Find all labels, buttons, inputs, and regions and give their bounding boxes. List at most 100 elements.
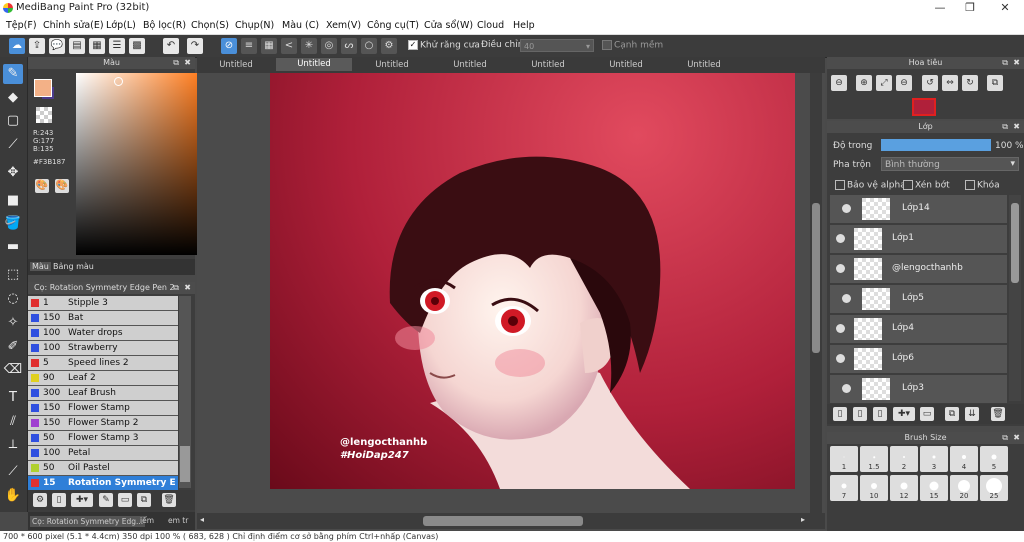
tab-brush[interactable]: Cọ: Rotation Symmetry Edg... <box>30 516 146 527</box>
document-tab[interactable]: Untitled <box>354 60 430 70</box>
document-tab[interactable]: Untitled <box>276 58 352 71</box>
close-button[interactable]: ✕ <box>990 1 1020 14</box>
primary-color-swatch[interactable] <box>34 79 52 97</box>
scroll-right-icon[interactable]: ▸ <box>801 515 805 524</box>
select-eraser-tool-icon[interactable]: ⌫ <box>3 360 23 380</box>
visibility-eye-icon[interactable] <box>836 324 845 333</box>
popout-icon[interactable]: ⧉ <box>173 57 179 69</box>
menu-tools[interactable]: Công cụ(T) <box>367 20 419 31</box>
duplicate-layer-icon[interactable]: ⧉ <box>945 407 959 421</box>
close-panel-icon[interactable]: ✖ <box>184 57 191 69</box>
opacity-slider[interactable] <box>881 139 991 151</box>
maximize-button[interactable]: ❐ <box>955 1 985 14</box>
artwork-canvas[interactable]: @lengocthanhb #HoiDap247 <box>270 73 795 489</box>
grid-icon[interactable]: ▩ <box>129 38 145 54</box>
zoom-in-icon[interactable]: ⊕ <box>856 75 872 91</box>
rotate-right-icon[interactable]: ↻ <box>962 75 978 91</box>
close-panel-icon[interactable]: ✖ <box>1013 121 1020 133</box>
canvas-vertical-scrollbar[interactable] <box>810 73 822 513</box>
menu-edit[interactable]: Chỉnh sửa(E) <box>43 20 104 31</box>
brush-item[interactable]: 150 Flower Stamp 2 <box>28 416 178 431</box>
brush-size-option[interactable]: 10 <box>860 475 888 501</box>
divide-tool-icon[interactable]: ⫽ <box>3 412 23 432</box>
menu-view[interactable]: Xem(V) <box>326 20 361 31</box>
clipping-checkbox[interactable] <box>903 180 913 190</box>
clipping-option[interactable]: Xén bớt <box>903 180 950 191</box>
document-tab[interactable]: Untitled <box>666 60 742 70</box>
concentric-snap-icon[interactable]: ◎ <box>321 38 337 54</box>
scrollbar-thumb[interactable] <box>1011 203 1019 283</box>
popout-icon[interactable]: ⧉ <box>1002 121 1008 133</box>
radial-snap-icon[interactable]: ✳ <box>301 38 317 54</box>
brush-size-option[interactable]: 15 <box>920 475 948 501</box>
brush-folder-icon[interactable]: ▭ <box>118 493 132 507</box>
new-halftone-layer-icon[interactable]: ▯ <box>853 407 867 421</box>
edge-option[interactable]: Cạnh mềm <box>602 40 663 51</box>
brush-delete-icon[interactable]: 🗑 <box>162 493 176 507</box>
visibility-eye-icon[interactable] <box>836 264 845 273</box>
brush-item[interactable]: 50 Oil Pastel <box>28 461 178 476</box>
move-tool-icon[interactable]: ✥ <box>3 163 23 183</box>
flip-icon[interactable]: ⇔ <box>942 75 958 91</box>
popout-icon[interactable]: ⧉ <box>1002 432 1008 444</box>
visibility-eye-icon[interactable] <box>842 384 851 393</box>
fill-rect-tool-icon[interactable]: ■ <box>3 191 23 211</box>
protect-alpha-option[interactable]: Bảo vệ alpha <box>835 180 906 191</box>
close-panel-icon[interactable]: ✖ <box>184 282 191 294</box>
select-tool-icon[interactable]: ⬚ <box>3 265 23 285</box>
eraser-tool-icon[interactable]: ◆ <box>3 88 23 108</box>
brush-size-option[interactable]: 5 <box>980 446 1008 472</box>
brush-size-option[interactable]: 2 <box>890 446 918 472</box>
settings-icon[interactable]: ⚙ <box>381 38 397 54</box>
brush-item[interactable]: 1 Stipple 3 <box>28 296 178 311</box>
brush-item[interactable]: 90 Leaf 2 <box>28 371 178 386</box>
saturation-value-picker[interactable] <box>76 73 202 255</box>
protect-alpha-checkbox[interactable] <box>835 180 845 190</box>
gradient-tool-icon[interactable]: ▬ <box>3 237 23 257</box>
zoom-out-icon[interactable]: ⊖ <box>831 75 847 91</box>
menu-window[interactable]: Cửa sổ(W) <box>424 20 473 31</box>
document-tab[interactable]: Untitled <box>588 60 664 70</box>
scrollbar-thumb[interactable] <box>423 516 583 526</box>
lasso-tool-icon[interactable]: ◌ <box>3 289 23 309</box>
document-tab[interactable]: Untitled <box>510 60 586 70</box>
visibility-eye-icon[interactable] <box>842 294 851 303</box>
blend-mode-select[interactable]: Bình thường ▾ <box>881 157 1019 171</box>
navigator-thumbnail[interactable] <box>912 98 936 116</box>
brush-tool-icon[interactable]: ✎ <box>3 64 23 84</box>
snap-off-icon[interactable]: ⊘ <box>221 38 237 54</box>
edge-checkbox[interactable] <box>602 40 612 50</box>
layer-folder-icon[interactable]: ▭ <box>920 407 934 421</box>
tab-color[interactable]: Màu <box>30 262 51 271</box>
cloud-icon[interactable]: ☁ <box>9 38 25 54</box>
brush-size-option[interactable]: 4 <box>950 446 978 472</box>
new-brush-icon[interactable]: ▯ <box>52 493 66 507</box>
menu-select[interactable]: Chọn(S) <box>191 20 229 31</box>
antialias-option[interactable]: ✓ Khử răng cưa <box>408 40 480 51</box>
sv-cursor[interactable] <box>114 77 123 86</box>
visibility-eye-icon[interactable] <box>836 234 845 243</box>
brush-size-option[interactable]: 7 <box>830 475 858 501</box>
rotate-left-icon[interactable]: ↺ <box>922 75 938 91</box>
brush-size-option[interactable]: 1 <box>830 446 858 472</box>
operation-tool-icon[interactable]: ⟂ <box>3 435 23 455</box>
bucket-tool-icon[interactable]: 🪣 <box>3 214 23 234</box>
layer-row[interactable]: Lớp6 <box>830 345 1007 374</box>
merge-down-icon[interactable]: ⇊ <box>965 407 979 421</box>
text-tool-icon[interactable]: T <box>3 388 23 408</box>
brush-list-scrollbar[interactable] <box>179 296 191 488</box>
scroll-left-icon[interactable]: ◂ <box>200 515 204 524</box>
menu-help[interactable]: Help <box>513 20 535 31</box>
brush-item[interactable]: 150 Bat <box>28 311 178 326</box>
brush-item[interactable]: 50 Flower Stamp 3 <box>28 431 178 446</box>
popout-icon[interactable]: ⧉ <box>1002 57 1008 69</box>
close-panel-icon[interactable]: ✖ <box>1013 432 1020 444</box>
add-brush-menu-icon[interactable]: ✚▾ <box>71 493 93 507</box>
copy-view-icon[interactable]: ⧉ <box>987 75 1003 91</box>
new-8bit-layer-icon[interactable]: ▯ <box>873 407 887 421</box>
tab-dots[interactable]: iểm <box>140 516 154 525</box>
comment-icon[interactable]: 💬 <box>49 38 65 54</box>
canvas-horizontal-scrollbar[interactable]: ◂ ▸ <box>197 513 825 529</box>
layer-row[interactable]: Lớp14 <box>830 195 1007 224</box>
menu-file[interactable]: Tệp(F) <box>6 20 37 31</box>
